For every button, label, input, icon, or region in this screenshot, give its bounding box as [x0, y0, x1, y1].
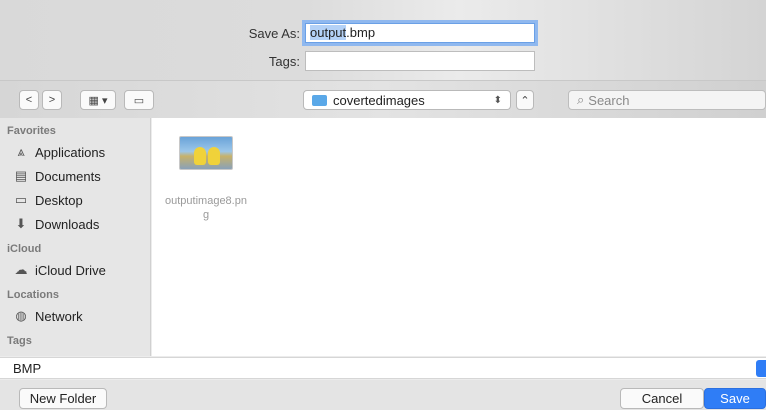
format-dropdown-icon[interactable] — [756, 360, 766, 377]
chevron-up-icon: ⌃ — [520, 94, 530, 107]
save-as-field[interactable]: output.bmp — [305, 23, 535, 43]
sidebar-item-label: iCloud Drive — [35, 262, 106, 278]
location-popup[interactable]: covertedimages ⬍ — [303, 90, 511, 110]
locations-heading: Locations — [7, 289, 59, 301]
desktop-icon: ▭ — [14, 192, 28, 207]
cloud-icon: ☁ — [14, 262, 28, 277]
sidebar-item-desktop[interactable]: ▭ Desktop — [0, 188, 150, 212]
file-browser: outputimage8.png — [152, 118, 766, 356]
downloads-icon: ⬇ — [15, 216, 27, 231]
folder-icon — [312, 94, 327, 106]
new-folder-toolbar-button[interactable]: ▭ — [124, 90, 154, 110]
toolbar: < > ▦ ▾ ▭ covertedimages ⬍ ⌃ ⌕ Search — [0, 80, 766, 118]
save-button[interactable]: Save — [704, 388, 766, 409]
file-name: outputimage8.png — [165, 195, 247, 221]
sidebar-item-label: Desktop — [35, 192, 83, 208]
collapse-button[interactable]: ⌃ — [516, 90, 534, 110]
view-options-button[interactable]: ▦ ▾ — [80, 90, 116, 110]
search-placeholder: Search — [588, 92, 630, 108]
format-value: BMP — [13, 360, 42, 376]
tags-label: Tags: — [268, 54, 300, 69]
cancel-button[interactable]: Cancel — [620, 388, 704, 409]
network-icon: ◍ — [15, 308, 27, 323]
location-label: covertedimages — [333, 92, 425, 108]
save-as-selected-text: output — [310, 25, 347, 40]
applications-icon: ⩓ — [17, 144, 25, 159]
new-folder-button[interactable]: New Folder — [19, 388, 107, 409]
sidebar-item-label: Network — [35, 308, 83, 324]
favorites-heading: Favorites — [7, 125, 56, 137]
tags-field[interactable] — [305, 51, 535, 71]
updown-icon: ⬍ — [493, 94, 502, 106]
search-icon: ⌕ — [577, 92, 585, 107]
save-as-label: Save As: — [248, 26, 300, 41]
forward-button[interactable]: > — [42, 90, 62, 110]
save-header: Save As: output.bmp Tags: — [0, 0, 766, 80]
search-input[interactable]: ⌕ Search — [568, 90, 766, 110]
back-button[interactable]: < — [19, 90, 39, 110]
sidebar-item-applications[interactable]: ⩓ Applications — [0, 140, 150, 164]
sidebar-item-label: Documents — [35, 168, 101, 184]
file-item[interactable]: outputimage8.png — [160, 136, 252, 222]
icloud-heading: iCloud — [7, 243, 42, 255]
folder-add-icon: ▭ — [133, 94, 145, 107]
sidebar-item-label: Downloads — [35, 216, 100, 232]
sidebar: Favorites ⩓ Applications ▤ Documents ▭ D… — [0, 118, 151, 356]
sidebar-item-documents[interactable]: ▤ Documents — [0, 164, 150, 188]
grid-view-icon: ▦ ▾ — [88, 94, 108, 107]
sidebar-item-network[interactable]: ◍ Network — [0, 304, 150, 328]
save-as-extension: .bmp — [346, 25, 376, 40]
documents-icon: ▤ — [14, 168, 28, 183]
button-bar: New Folder Cancel Save — [0, 380, 766, 410]
sidebar-item-label: Applications — [35, 144, 106, 160]
sidebar-item-downloads[interactable]: ⬇ Downloads — [0, 212, 150, 236]
format-select[interactable]: BMP — [0, 357, 766, 379]
tags-heading: Tags — [7, 335, 32, 347]
sidebar-item-icloud-drive[interactable]: ☁ iCloud Drive — [0, 258, 150, 282]
file-thumbnail — [179, 136, 233, 170]
